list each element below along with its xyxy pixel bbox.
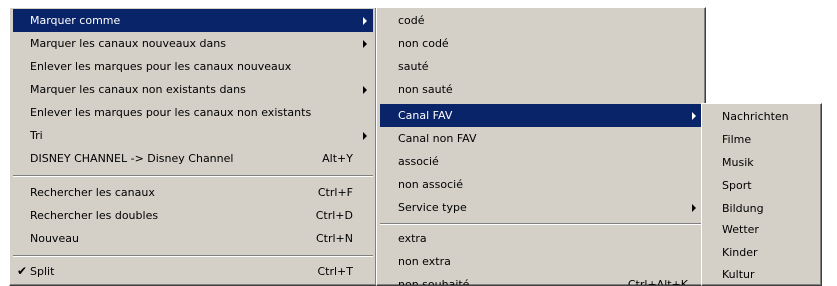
- menu-item-label: Nouveau: [30, 232, 79, 245]
- menu-item-label: Split: [30, 265, 55, 278]
- menu-item-marquer-canaux-nouveaux[interactable]: Marquer les canaux nouveaux dans: [13, 32, 373, 55]
- menu-item-non-code[interactable]: non codé: [380, 32, 702, 55]
- menu-item-label: Rechercher les doubles: [30, 209, 159, 222]
- submenu-arrow-icon: [363, 40, 367, 48]
- menu-item-shortcut: Ctrl+D: [315, 209, 353, 222]
- menu-item-label: non extra: [398, 255, 451, 268]
- menu-separator: [13, 255, 373, 257]
- menu-item-fav-bildung[interactable]: Bildung: [705, 197, 818, 220]
- menu-item-non-saute[interactable]: non sauté: [380, 78, 702, 101]
- menu-item-service-type[interactable]: Service type: [380, 196, 702, 219]
- menu-item-label: codé: [398, 14, 425, 27]
- menu-item-canal-fav[interactable]: Canal FAV: [380, 104, 702, 127]
- menu-item-extra[interactable]: extra: [380, 227, 702, 250]
- menu-item-label: Marquer les canaux non existants dans: [30, 83, 246, 96]
- menu-item-label: Rechercher les canaux: [30, 186, 155, 199]
- menu-item-label: Service type: [398, 201, 467, 214]
- menu-item-label: sauté: [398, 60, 429, 73]
- submenu-arrow-icon: [692, 112, 696, 120]
- checkmark-icon: ✔: [17, 264, 28, 278]
- menu-item-label: associé: [398, 155, 439, 168]
- menu-item-shortcut: Ctrl+F: [317, 186, 353, 199]
- menu-item-label: non codé: [398, 37, 449, 50]
- menu-item-fav-kinder[interactable]: Kinder: [705, 241, 818, 264]
- menu-item-label: non associé: [398, 178, 463, 191]
- menu-item-rechercher-canaux[interactable]: Rechercher les canaux Ctrl+F: [13, 181, 373, 204]
- menu-item-fav-musik[interactable]: Musik: [705, 151, 818, 174]
- menu-separator: [13, 175, 373, 177]
- menu-item-shortcut: Ctrl+Alt+K: [627, 278, 688, 286]
- menu-item-marquer-canaux-non-existants[interactable]: Marquer les canaux non existants dans: [13, 78, 373, 101]
- menu-item-canal-non-fav[interactable]: Canal non FAV: [380, 127, 702, 150]
- menu-item-label: Kinder: [722, 246, 758, 259]
- menu-separator: [380, 223, 702, 225]
- menu-item-fav-sport[interactable]: Sport: [705, 174, 818, 197]
- menu-item-label: Sport: [722, 179, 752, 192]
- menu-item-shortcut: Ctrl+T: [317, 265, 353, 278]
- menu-item-split[interactable]: ✔ Split Ctrl+T: [13, 260, 373, 283]
- menu-item-label: Filme: [722, 133, 752, 146]
- menu-item-label: Nachrichten: [722, 110, 789, 123]
- menu-item-label: extra: [398, 232, 427, 245]
- menu-item-label: Marquer comme: [30, 14, 121, 27]
- menu-item-fav-kultur[interactable]: Kultur: [705, 263, 818, 285]
- menu-item-rechercher-doubles[interactable]: Rechercher les doubles Ctrl+D: [13, 204, 373, 227]
- menu-item-non-souhaite[interactable]: non souhaité Ctrl+Alt+K: [380, 273, 702, 286]
- menu-item-label: DISNEY CHANNEL -> Disney Channel: [30, 152, 234, 165]
- menu-item-code[interactable]: codé: [380, 9, 702, 32]
- menu-item-enlever-marques-nouveaux[interactable]: Enlever les marques pour les canaux nouv…: [13, 55, 373, 78]
- menu-item-label: Musik: [722, 156, 754, 169]
- menu-item-label: Canal FAV: [398, 109, 453, 122]
- submenu-canal-fav: Nachrichten Filme Musik Sport Bildung We…: [701, 103, 822, 286]
- menu-item-label: Marquer les canaux nouveaux dans: [30, 37, 226, 50]
- menu-item-shortcut: Ctrl+N: [315, 232, 353, 245]
- menu-item-saute[interactable]: sauté: [380, 55, 702, 78]
- menu-item-label: Enlever les marques pour les canaux non …: [30, 106, 312, 119]
- submenu-arrow-icon: [692, 204, 696, 212]
- menu-item-label: non souhaité: [398, 278, 470, 286]
- menu-item-marquer-comme[interactable]: Marquer comme: [13, 9, 373, 32]
- menu-item-nouveau[interactable]: Nouveau Ctrl+N: [13, 227, 373, 250]
- menu-item-label: Enlever les marques pour les canaux nouv…: [30, 60, 292, 73]
- menu-item-non-extra[interactable]: non extra: [380, 250, 702, 273]
- menu-item-fav-nachrichten[interactable]: Nachrichten: [705, 105, 818, 128]
- menu-item-label: non sauté: [398, 83, 453, 96]
- menu-item-non-associe[interactable]: non associé: [380, 173, 702, 196]
- submenu-arrow-icon: [363, 17, 367, 25]
- menu-item-tri[interactable]: Tri: [13, 124, 373, 147]
- submenu-marquer-comme: codé non codé sauté non sauté Canal FAV …: [376, 7, 706, 286]
- submenu-arrow-icon: [363, 132, 367, 140]
- menu-item-associe[interactable]: associé: [380, 150, 702, 173]
- menu-item-fav-filme[interactable]: Filme: [705, 128, 818, 151]
- submenu-arrow-icon: [363, 86, 367, 94]
- menu-item-label: Tri: [30, 129, 43, 142]
- menu-item-label: Canal non FAV: [398, 132, 477, 145]
- menu-item-rename-disney[interactable]: DISNEY CHANNEL -> Disney Channel Alt+Y: [13, 147, 373, 170]
- menu-item-enlever-marques-non-existants[interactable]: Enlever les marques pour les canaux non …: [13, 101, 373, 124]
- menu-item-label: Wetter: [722, 223, 759, 236]
- menu-item-label: Bildung: [722, 202, 764, 215]
- menu-item-fav-wetter[interactable]: Wetter: [705, 218, 818, 241]
- context-menu-main: Marquer comme Marquer les canaux nouveau…: [9, 7, 377, 286]
- menu-item-label: Kultur: [722, 268, 755, 281]
- menu-item-shortcut: Alt+Y: [322, 152, 353, 165]
